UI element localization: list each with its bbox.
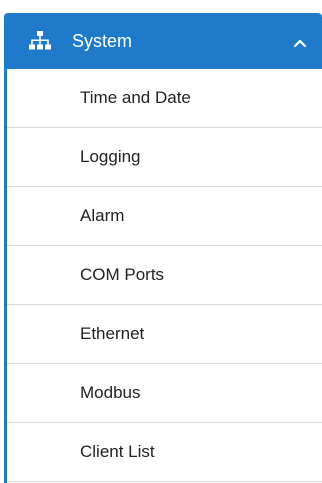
submenu-item-time-and-date[interactable]: Time and Date — [7, 69, 322, 128]
submenu-item-label: Logging — [80, 147, 141, 166]
system-submenu: Time and Date Logging Alarm COM Ports Et… — [4, 69, 322, 483]
submenu-item-label: Modbus — [80, 383, 141, 402]
submenu-item-label: Time and Date — [80, 88, 191, 107]
submenu-item-label: Client List — [80, 442, 155, 461]
submenu-item-label: Ethernet — [80, 324, 145, 343]
system-menu-header[interactable]: System — [4, 13, 322, 69]
submenu-item-alarm[interactable]: Alarm — [7, 187, 322, 246]
submenu-item-logging[interactable]: Logging — [7, 128, 322, 187]
submenu-item-ethernet[interactable]: Ethernet — [7, 305, 322, 364]
menu-title: System — [72, 31, 133, 51]
sitemap-icon — [29, 31, 51, 51]
system-menu: System Time and Date Logging Alarm COM P… — [0, 0, 322, 483]
submenu-item-label: COM Ports — [80, 265, 165, 284]
submenu-item-modbus[interactable]: Modbus — [7, 364, 322, 423]
chevron-up-icon[interactable] — [293, 35, 307, 48]
submenu-item-label: Alarm — [80, 206, 125, 225]
submenu-item-com-ports[interactable]: COM Ports — [7, 246, 322, 305]
submenu-item-client-list[interactable]: Client List — [7, 423, 322, 482]
